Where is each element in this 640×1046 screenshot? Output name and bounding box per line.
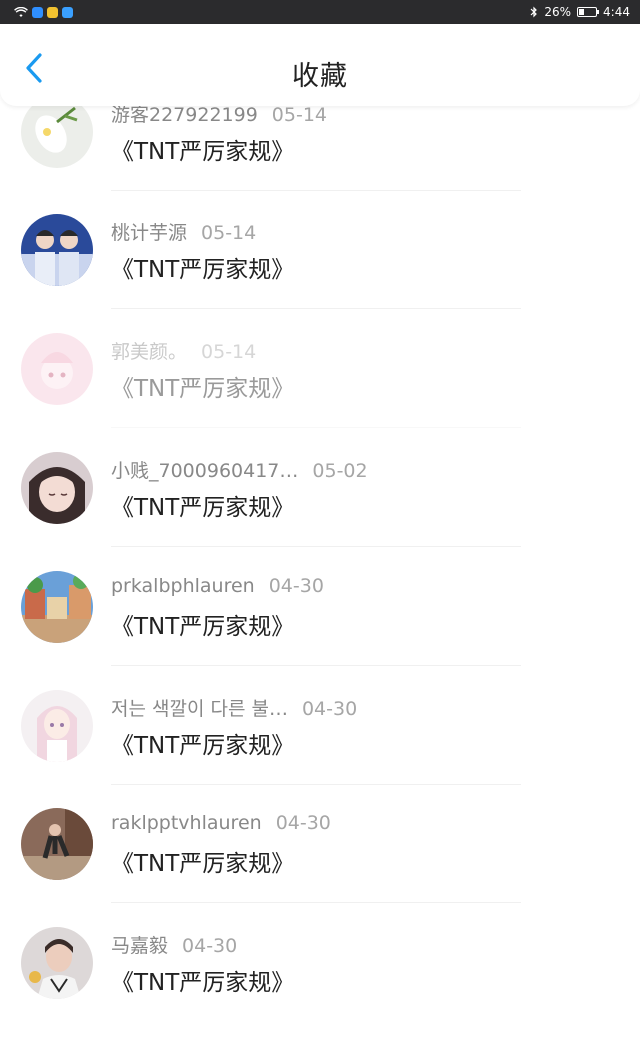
avatar [21,333,93,405]
divider [111,665,521,666]
battery-icon [577,7,600,17]
avatar [21,927,93,999]
list-item[interactable]: prkalbphlauren 04-30 《TNT严厉家规》 [0,571,640,690]
username: 马嘉毅 [111,935,169,957]
username: 郭美颜。 [111,341,188,363]
username: 저는 색깔이 다른 불… [111,698,288,720]
page-title: 收藏 [292,61,348,92]
divider [111,902,521,903]
item-meta: 저는 색깔이 다른 불… 04-30 [111,694,357,721]
battery-percent: 26% [544,5,572,19]
work-title: 《TNT严厉家规》 [111,614,295,640]
list-item[interactable]: 马嘉毅 04-30 《TNT严厉家规》 [0,927,640,1046]
item-meta: 郭美颜。 05-14 [111,337,256,364]
clock: 4:44 [603,5,630,19]
username: prkalbphlauren [111,575,255,597]
username: raklpptvhlauren [111,812,262,834]
divider [111,427,521,428]
work-title: 《TNT严厉家规》 [111,970,295,996]
work-title: 《TNT严厉家规》 [111,139,295,165]
avatar [21,690,93,762]
username: 桃计芋源 [111,222,188,244]
divider [111,308,521,309]
item-meta: 小贱_7000960417… 05-02 [111,456,368,483]
avatar [21,808,93,880]
item-meta: 桃计芋源 05-14 [111,218,256,245]
cloud-notification-icon [62,6,73,18]
avatar [21,571,93,643]
app-notification-icon [32,6,43,18]
divider [111,546,521,547]
list-item[interactable]: 游客227922199 05-14 《TNT严厉家规》 [0,96,640,215]
date: 05-14 [271,104,328,126]
divider [111,190,521,191]
app-notification-icon [47,6,58,18]
status-left [14,6,73,18]
date: 04-30 [301,698,358,720]
date: 05-02 [312,460,368,482]
list-item[interactable]: 郭美颜。 05-14 《TNT严厉家规》 [0,333,640,452]
divider [111,784,521,785]
list-item[interactable]: 桃计芋源 05-14 《TNT严厉家规》 [0,214,640,333]
date: 04-30 [268,575,324,597]
item-meta: raklpptvhlauren 04-30 [111,812,331,834]
date: 05-14 [201,341,257,363]
item-meta: 马嘉毅 04-30 [111,931,237,958]
bluetooth-icon [530,6,538,18]
username: 游客227922199 [111,104,258,126]
avatar [21,452,93,524]
work-title: 《TNT严厉家规》 [111,376,295,402]
work-title: 《TNT严厉家规》 [111,495,295,521]
header: 收藏 [0,24,640,106]
list-item[interactable]: 저는 색깔이 다른 불… 04-30 《TNT严厉家规》 [0,690,640,809]
work-title: 《TNT严厉家规》 [111,733,295,759]
item-meta: prkalbphlauren 04-30 [111,575,324,597]
status-bar: 26% 4:44 [0,0,640,24]
date: 05-14 [201,222,257,244]
date: 04-30 [275,812,331,834]
status-right: 26% 4:44 [530,5,630,19]
avatar [21,214,93,286]
date: 04-30 [182,935,238,957]
work-title: 《TNT严厉家规》 [111,257,295,283]
wifi-icon [14,6,28,17]
username: 小贱_7000960417… [111,460,299,482]
list-item[interactable]: raklpptvhlauren 04-30 《TNT严厉家规》 [0,808,640,927]
work-title: 《TNT严厉家规》 [111,851,295,877]
avatar [21,96,93,168]
battery-level [579,9,584,15]
list-item[interactable]: 小贱_7000960417… 05-02 《TNT严厉家规》 [0,452,640,571]
